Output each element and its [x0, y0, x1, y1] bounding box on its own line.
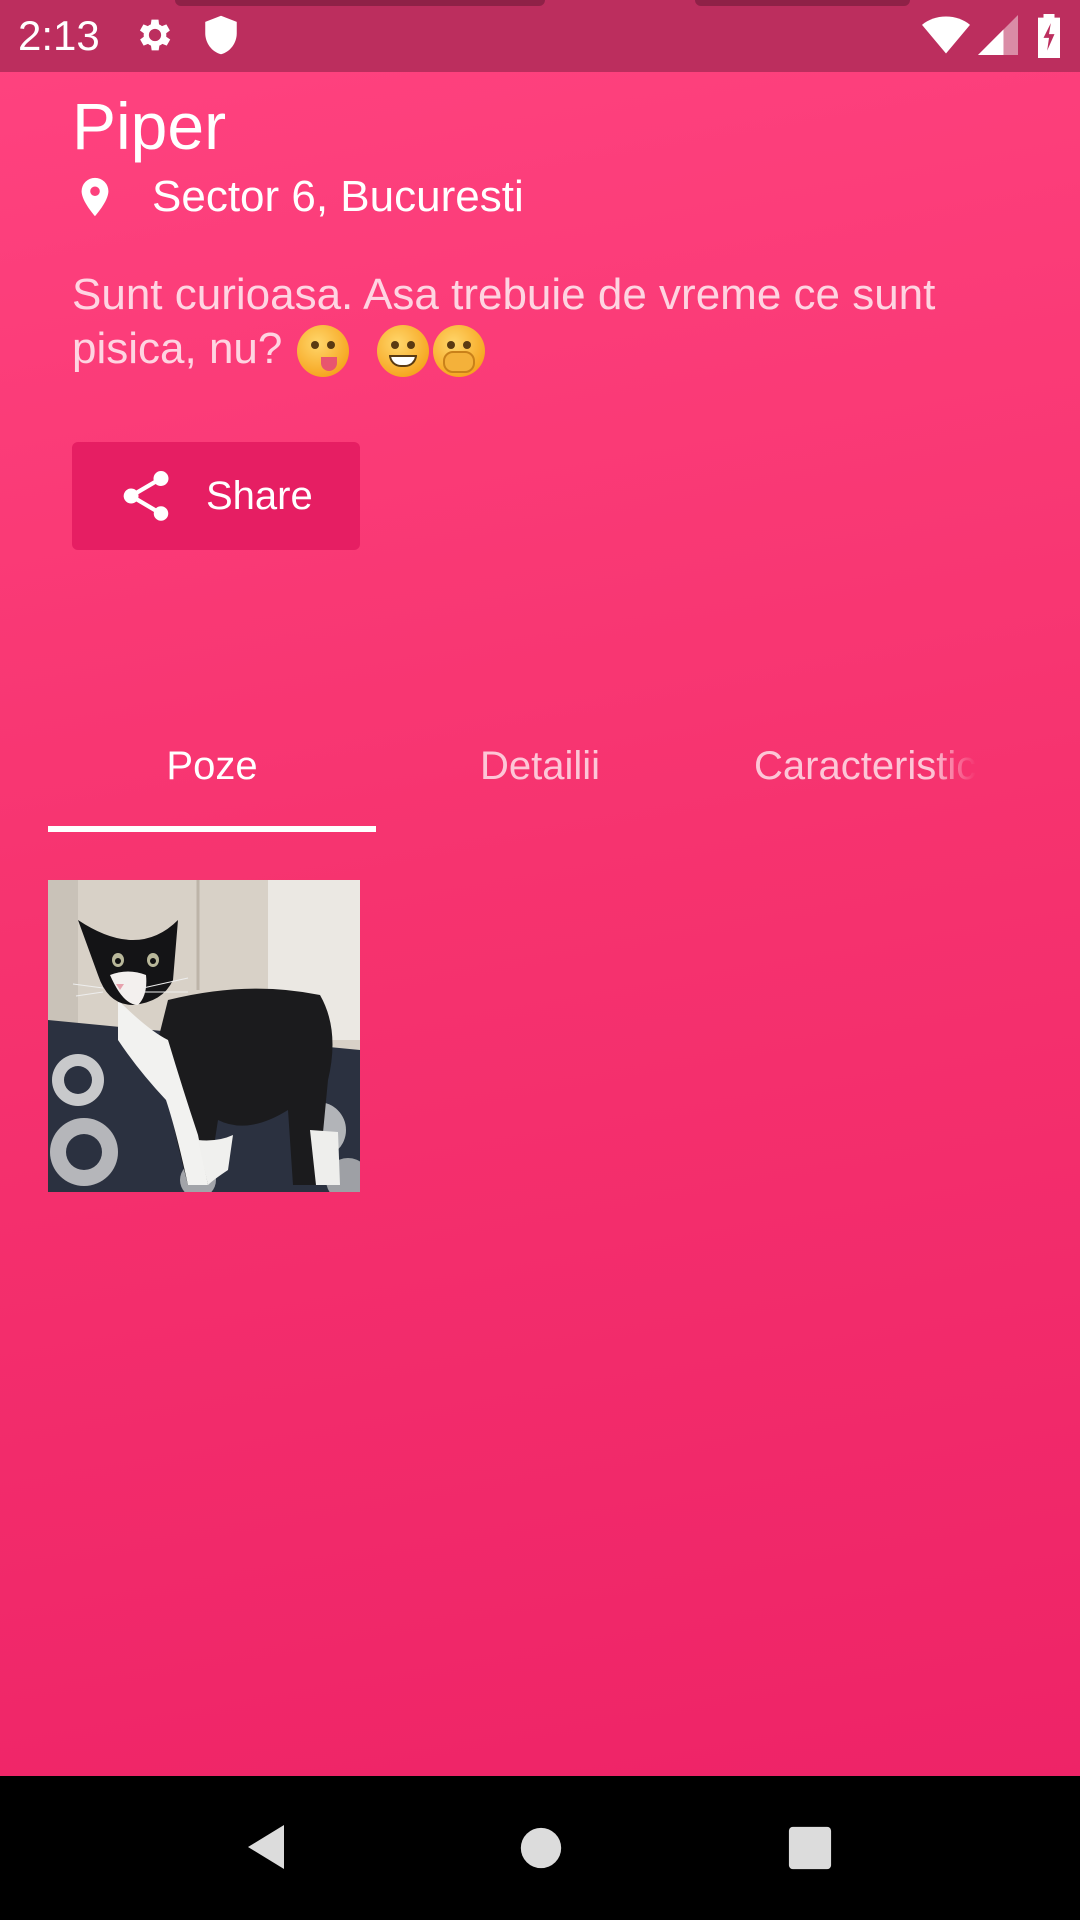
cat-photo-image — [48, 880, 360, 1192]
location-text: Sector 6, Bucuresti — [152, 172, 524, 221]
tab-label: Detailii — [479, 743, 601, 788]
tab-caracteristici[interactable]: Caracteristic — [704, 700, 1028, 832]
back-icon[interactable] — [244, 1822, 288, 1872]
status-time: 2:13 — [18, 12, 100, 59]
signal-icon — [978, 15, 1018, 55]
pet-name: Piper — [72, 89, 227, 163]
tab-label: Caracteristic — [754, 743, 977, 788]
grinning-face-emoji — [376, 325, 429, 378]
system-navigation-bar — [0, 1776, 1080, 1920]
recents-icon[interactable] — [787, 1825, 833, 1871]
pet-description: Sunt curioasa. Asa trebuie de vreme ce s… — [72, 268, 1032, 378]
share-icon — [123, 471, 169, 521]
active-tab-indicator — [48, 826, 376, 832]
tab-poze[interactable]: Poze — [48, 700, 376, 832]
tab-detailii[interactable]: Detailii — [376, 700, 704, 832]
wifi-icon — [922, 16, 970, 54]
battery-charging-icon — [1038, 14, 1060, 58]
status-bar: 2:13 — [0, 0, 1080, 72]
description-text: Sunt curioasa. Asa trebuie de vreme ce s… — [72, 270, 936, 373]
status-bar-notch-right — [695, 0, 910, 6]
location-row: Sector 6, Bucuresti — [72, 172, 524, 222]
tab-label: Poze — [166, 743, 258, 788]
location-pin-icon — [81, 177, 109, 217]
pet-photo-thumbnail[interactable] — [48, 880, 360, 1192]
tab-bar: Poze Detailii Caracteristic — [48, 700, 1028, 832]
shield-icon — [205, 15, 237, 55]
share-label: Share — [206, 473, 313, 518]
face-with-hand-over-mouth-emoji — [432, 325, 485, 378]
gear-icon — [139, 19, 171, 51]
home-icon[interactable] — [519, 1826, 563, 1870]
status-bar-notch-left — [175, 0, 545, 6]
face-savoring-food-emoji — [296, 325, 349, 378]
share-button[interactable]: Share — [72, 442, 360, 550]
